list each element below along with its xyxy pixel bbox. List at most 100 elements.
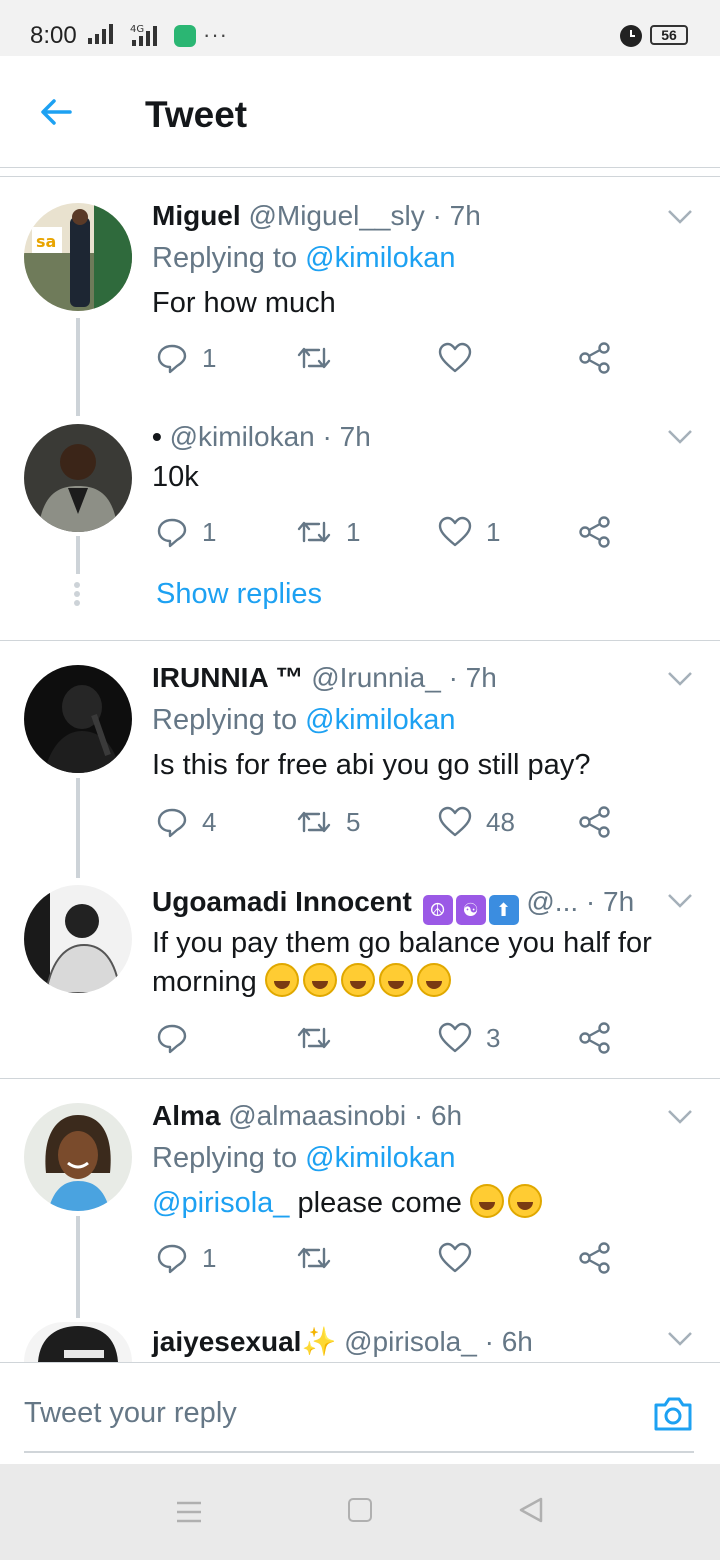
battery-icon: 56 (650, 25, 688, 45)
retweet-count: 5 (346, 806, 361, 837)
retweet-button[interactable] (296, 338, 346, 378)
like-button[interactable]: 1 (438, 512, 500, 552)
retweet-icon (297, 811, 331, 833)
chevron-down-icon[interactable] (666, 428, 694, 446)
divider (0, 176, 720, 177)
chevron-down-icon[interactable] (666, 670, 694, 688)
tweet-actions: 3 (156, 1018, 626, 1058)
share-button[interactable] (578, 512, 612, 552)
reply-button[interactable]: 1 (156, 512, 216, 552)
tweet-header: Ugoamadi Innocent ☮ ☯ ⬆ @... · 7h (152, 886, 634, 925)
crying-emoji-icon (508, 1184, 543, 1218)
thread-line (76, 1216, 80, 1318)
share-icon (579, 1022, 610, 1054)
retweet-button[interactable] (296, 1238, 346, 1278)
user-handle[interactable]: @almaasinobi (228, 1100, 406, 1131)
retweet-icon (297, 1027, 331, 1049)
tweet-time: · 7h (448, 662, 497, 693)
user-name[interactable]: • (152, 421, 162, 452)
user-handle[interactable]: @... (526, 886, 578, 917)
like-button[interactable] (438, 338, 486, 378)
chevron-down-icon[interactable] (666, 892, 694, 910)
arrow-left-icon[interactable] (34, 90, 78, 134)
tweet-header: Miguel @Miguel__sly · 7h (152, 200, 481, 232)
heart-icon (438, 516, 472, 547)
chevron-down-icon[interactable] (666, 1330, 694, 1348)
user-handle[interactable]: @Irunnia_ (311, 662, 441, 693)
more-replies-dots (74, 582, 82, 609)
tweet-time: · 7h (432, 200, 481, 231)
avatar-miguel[interactable]: sa (24, 203, 132, 311)
share-icon (579, 342, 610, 374)
reply-icon (157, 518, 187, 548)
back-triangle-icon[interactable] (518, 1496, 544, 1524)
reply-icon (157, 1024, 187, 1054)
like-button[interactable] (438, 1238, 486, 1278)
chevron-down-icon[interactable] (666, 1108, 694, 1126)
home-square-icon[interactable] (348, 1498, 372, 1522)
retweet-button[interactable]: 5 (296, 802, 360, 842)
like-count: 3 (486, 1022, 501, 1053)
thread-line (76, 778, 80, 878)
tweet-actions: 1 (156, 1238, 626, 1278)
svg-text:4G: 4G (130, 24, 144, 35)
tweet-time: · 7h (322, 421, 371, 452)
app-notification-icon (174, 25, 196, 47)
share-icon (579, 516, 610, 548)
like-button[interactable]: 48 (438, 802, 515, 842)
share-button[interactable] (578, 1238, 612, 1278)
share-button[interactable] (578, 1018, 612, 1058)
tweet-text-line: morning (152, 963, 692, 1002)
avatar-alma[interactable] (24, 1103, 132, 1211)
reply-button[interactable] (156, 1018, 202, 1058)
replying-to: Replying to @kimilokan (152, 242, 456, 274)
user-name[interactable]: jaiyesexual (152, 1326, 301, 1357)
reply-count: 1 (202, 342, 217, 373)
retweet-icon (297, 521, 331, 543)
user-handle[interactable]: @kimilokan (170, 421, 315, 452)
avatar-jaiyesexual[interactable] (24, 1322, 132, 1362)
thread-line (76, 318, 80, 416)
heart-icon (438, 342, 472, 373)
user-name[interactable]: Ugoamadi Innocent (152, 886, 412, 917)
user-name[interactable]: Alma (152, 1100, 220, 1131)
rofl-emoji-icon (340, 963, 375, 997)
avatar-irunnia[interactable] (24, 665, 132, 773)
4g-signal-icon: 4G (130, 24, 157, 46)
like-count: 1 (486, 516, 501, 547)
camera-icon[interactable] (652, 1393, 694, 1433)
like-button[interactable]: 3 (438, 1018, 500, 1058)
menu-icon[interactable] (176, 1500, 202, 1524)
user-handle[interactable]: @Miguel__sly (248, 200, 424, 231)
mention-link[interactable]: @kimilokan (305, 1142, 455, 1174)
share-button[interactable] (578, 338, 612, 378)
chevron-down-icon[interactable] (666, 208, 694, 226)
reply-input[interactable]: Tweet your reply (24, 1377, 694, 1453)
share-button[interactable] (578, 802, 612, 842)
signal-icon (88, 24, 113, 44)
reply-button[interactable]: 1 (156, 1238, 216, 1278)
user-handle[interactable]: @pirisola_ (344, 1326, 477, 1357)
reply-button[interactable]: 1 (156, 338, 216, 378)
user-name[interactable]: Miguel (152, 200, 241, 231)
mention-link[interactable]: @kimilokan (305, 242, 455, 274)
top-arrow-icon: ⬆ (488, 895, 519, 925)
heart-icon (438, 1022, 472, 1053)
tweet-header: Alma @almaasinobi · 6h (152, 1100, 462, 1132)
reply-button[interactable]: 4 (156, 802, 216, 842)
retweet-button[interactable]: 1 (296, 512, 360, 552)
mention-link[interactable]: @pirisola_ (152, 1187, 289, 1219)
avatar-ugoamadi[interactable] (24, 885, 132, 993)
retweet-button[interactable] (296, 1018, 346, 1058)
tweet-text-line: If you pay them go balance you half for (152, 927, 652, 959)
rofl-emoji-icon (264, 963, 299, 997)
heart-icon (438, 1242, 472, 1273)
avatar-kimilokan[interactable] (24, 424, 132, 532)
show-replies-link[interactable]: Show replies (156, 578, 322, 611)
tweet-text: Is this for free abi you go still pay? (152, 749, 591, 781)
reply-count: 1 (202, 1242, 217, 1273)
user-name[interactable]: IRUNNIA ™ (152, 662, 303, 693)
mention-link[interactable]: @kimilokan (305, 704, 455, 736)
rofl-emoji-icon (302, 963, 337, 997)
like-count: 48 (486, 806, 515, 837)
